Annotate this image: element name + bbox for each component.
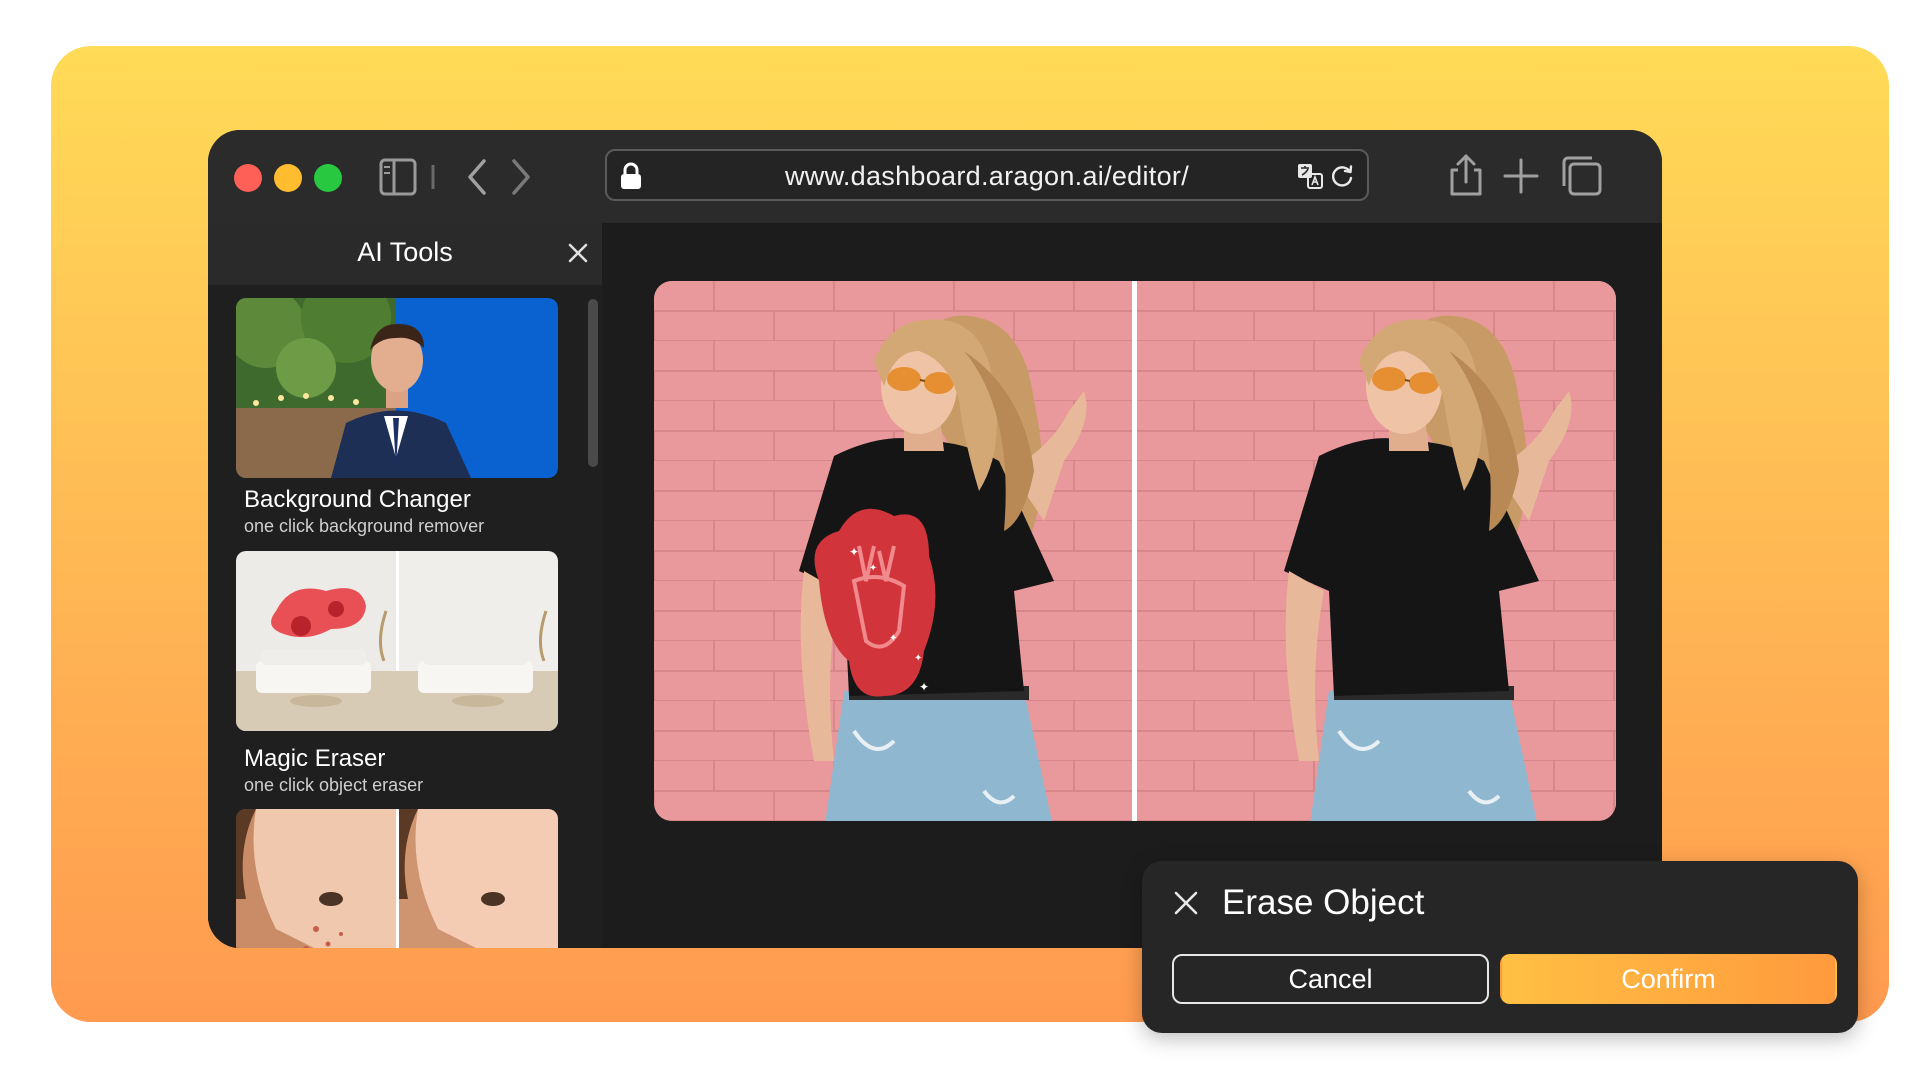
tool-description: one click background remover [244,516,485,536]
background-changer-thumbnail [236,298,558,478]
browser-toolbar: www.dashboard.aragon.ai/editor/ [208,130,1662,223]
tool-card-background-changer[interactable]: Background Changer one click background … [236,298,558,544]
confirm-button[interactable]: Confirm [1500,954,1837,1004]
dialog-title: Erase Object [1222,883,1425,922]
close-icon[interactable] [566,241,590,270]
share-icon[interactable] [1446,152,1486,196]
gradient-backdrop: www.dashboard.aragon.ai/editor/ AI Tools… [51,46,1889,1033]
minimize-window-button[interactable] [274,164,302,192]
magic-eraser-thumbnail [236,551,558,731]
before-after-preview[interactable]: ✦ ✦ ✦ ✦ ✦ [654,281,1616,821]
maximize-window-button[interactable] [314,164,342,192]
sidebar-scrollbar[interactable] [588,299,598,467]
translate-icon[interactable] [1297,163,1323,194]
tool-name: Magic Eraser [244,745,386,772]
tool-list[interactable]: Background Changer one click background … [208,285,602,948]
compare-divider [1132,281,1137,821]
tabs-overview-icon[interactable] [1560,154,1604,198]
after-image [1137,281,1616,821]
reload-icon[interactable] [1329,163,1355,194]
back-icon[interactable] [464,155,492,199]
editor-canvas: ✦ ✦ ✦ ✦ ✦ [602,223,1662,948]
svg-text:✦: ✦ [869,563,877,574]
sidebar-title: AI Tools [357,237,453,267]
close-window-button[interactable] [234,164,262,192]
svg-text:✦: ✦ [889,633,897,644]
browser-window: www.dashboard.aragon.ai/editor/ AI Tools… [208,130,1662,948]
svg-text:✦: ✦ [849,545,859,559]
tool-card-skin-retouch[interactable] [236,809,558,948]
erase-object-dialog: Erase Object Cancel Confirm [1142,861,1858,1033]
tool-name: Background Changer [244,486,471,513]
before-image: ✦ ✦ ✦ ✦ ✦ [654,281,1134,821]
tool-card-magic-eraser[interactable]: Magic Eraser one click object eraser [236,551,558,797]
tool-description: one click object eraser [244,775,424,795]
address-bar[interactable]: www.dashboard.aragon.ai/editor/ [605,149,1369,201]
close-icon[interactable] [1172,889,1200,922]
new-tab-icon[interactable] [1501,156,1541,200]
cancel-button[interactable]: Cancel [1172,954,1489,1004]
sidebar-header: AI Tools [208,223,602,285]
ai-tools-sidebar: AI Tools Background Changer one click ba… [208,223,602,948]
svg-text:✦: ✦ [914,653,922,664]
url-text[interactable]: www.dashboard.aragon.ai/editor/ [607,161,1367,192]
forward-icon[interactable] [506,155,534,199]
sidebar-toggle-icon[interactable] [378,155,438,199]
svg-text:✦: ✦ [919,680,929,694]
skin-retouch-thumbnail [236,809,558,948]
